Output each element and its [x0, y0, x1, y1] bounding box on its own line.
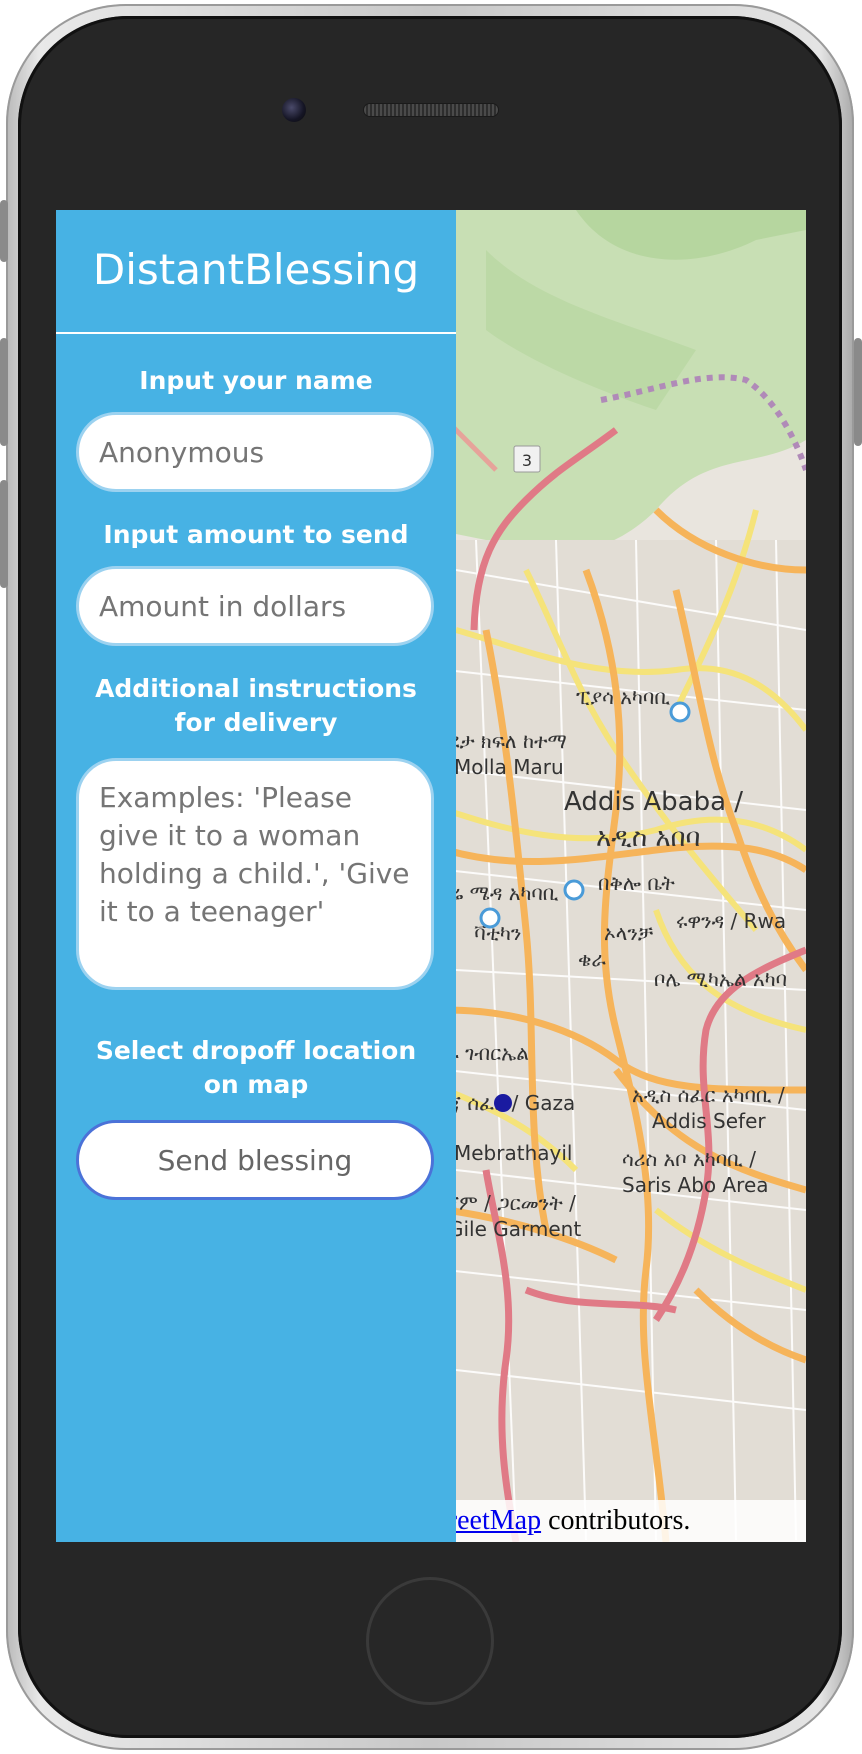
power-button [854, 338, 862, 446]
location-label: Select dropoff location on map [95, 1036, 417, 1099]
map-label-olancha: ኦላንቻ [604, 921, 654, 945]
map-label-piassa: ፒያሳ አካባቢ [576, 685, 670, 709]
amount-input[interactable] [76, 566, 434, 646]
map-label-kera: ቄራ [578, 947, 606, 971]
map-label-rwanda: ሩዋንዳ / Rwa [676, 909, 786, 933]
volume-down-button [0, 480, 8, 588]
map-label-city-amharic: አዲስ አበባ [596, 823, 700, 853]
volume-up-button [0, 338, 8, 446]
attribution-text: contributors. [541, 1505, 691, 1536]
dropoff-location-marker[interactable] [494, 1094, 512, 1112]
map-label-addis-sefer: Addis Sefer [652, 1109, 766, 1133]
app-title: DistantBlessing [56, 210, 456, 334]
map-label-saris: Saris Abo Area [622, 1173, 769, 1197]
map-label-addis-sefer-am: አዲስ ሰፈር አካባቢ / [632, 1083, 785, 1107]
map-station-marker [669, 701, 691, 723]
map-label-mebrathayil: Mebrathayil [454, 1141, 572, 1165]
amount-label: Input amount to send [103, 520, 409, 549]
send-blessing-button[interactable]: Send blessing [76, 1120, 434, 1200]
name-input[interactable] [76, 412, 434, 492]
instructions-textarea[interactable] [76, 758, 434, 990]
home-button[interactable] [366, 1577, 494, 1705]
name-label: Input your name [139, 366, 373, 395]
map-label-bekelo-bet: በቅሎ ቤት [598, 871, 675, 895]
map-label-saris-am: ሳሪስ አቦ አካባቢ / [622, 1147, 756, 1171]
map-station-marker [479, 907, 501, 929]
mute-switch [0, 200, 8, 262]
map-label-gile-garment-am: ጎጃም / ጋርመንት / [436, 1191, 576, 1215]
map-label-city: Addis Ababa / [564, 787, 743, 817]
map-label-bole-michael: ቦሌ ሚካኤል አካባ [654, 967, 787, 991]
earpiece-speaker [364, 104, 498, 116]
map-station-marker [563, 879, 585, 901]
app-screen: 3 ፒያሳ አካባቢ ልደታ ክፍለ ከተማ Molla Maru ቸሬ ሜዳ … [56, 210, 806, 1542]
instructions-label: Additional instructions for delivery [95, 674, 417, 737]
sidebar-form: DistantBlessing Input your name Input am… [56, 210, 456, 1542]
road-shield-label: 3 [522, 451, 532, 470]
front-camera [282, 98, 306, 122]
map-label-molla-maru: Molla Maru [454, 755, 564, 779]
map-label-gile-garment: Gile Garment [448, 1217, 581, 1241]
